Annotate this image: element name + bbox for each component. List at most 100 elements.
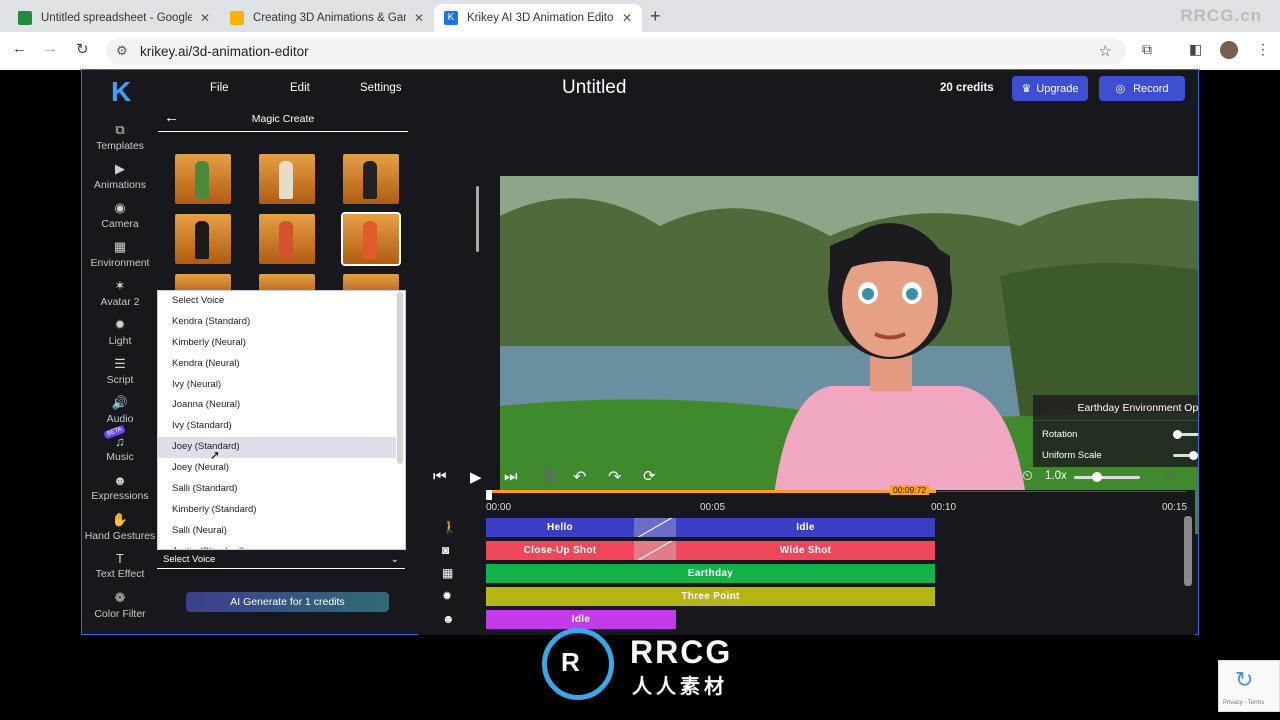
clip-three-point[interactable]: Three Point bbox=[486, 587, 935, 606]
loop-icon[interactable]: ⟳ bbox=[643, 467, 656, 485]
recaptcha-icon: ↻ bbox=[1235, 667, 1254, 692]
recaptcha-links[interactable]: Privacy - Terms bbox=[1223, 700, 1264, 706]
krikey-logo[interactable]: K bbox=[111, 76, 131, 108]
redo-icon[interactable]: ↷ bbox=[608, 467, 621, 487]
menu-file[interactable]: File bbox=[210, 82, 229, 94]
nav-text-effect[interactable]: T Text Effect bbox=[82, 551, 158, 580]
panel-title: Magic Create bbox=[251, 113, 315, 125]
menu-edit[interactable]: Edit bbox=[290, 82, 310, 94]
clip-hello[interactable]: Hello bbox=[486, 518, 634, 537]
play-icon[interactable]: ▶ bbox=[470, 468, 482, 486]
avatar-thumbnail[interactable] bbox=[175, 154, 231, 204]
skip-to-end-icon[interactable]: ⏭ bbox=[504, 468, 518, 485]
tab-spreadsheet[interactable]: Untitled spreadsheet - Google Sheets ✕ bbox=[8, 4, 220, 32]
avatar-figure bbox=[195, 161, 209, 199]
voice-option[interactable]: Kendra (Neural) bbox=[158, 354, 396, 375]
nav-expressions[interactable]: ☻ Expressions bbox=[82, 473, 158, 502]
scale-slider[interactable] bbox=[1173, 451, 1198, 460]
tab-creating-3d[interactable]: Creating 3D Animations & Games ✕ bbox=[220, 4, 434, 32]
voice-option[interactable]: Joey (Standard) bbox=[158, 437, 396, 459]
nav-script[interactable]: ☰ Script bbox=[82, 356, 158, 386]
panel-scrollbar[interactable] bbox=[476, 186, 479, 252]
close-tab-icon[interactable]: ✕ bbox=[414, 11, 424, 25]
voice-option[interactable]: Kendra (Standard) bbox=[158, 312, 396, 333]
clip-transition[interactable] bbox=[634, 518, 676, 537]
new-tab-plus-icon[interactable]: + bbox=[650, 6, 661, 27]
avatar-thumbnail[interactable] bbox=[259, 214, 315, 264]
avatar-thumbnail[interactable] bbox=[175, 214, 231, 264]
speed-slider[interactable] bbox=[1074, 472, 1140, 482]
menu-settings[interactable]: Settings bbox=[360, 82, 402, 94]
environment-icon: ▦ bbox=[113, 239, 127, 254]
clip-close-up-shot[interactable]: Close-Up Shot bbox=[486, 541, 634, 560]
voice-option[interactable]: Ivy (Standard) bbox=[158, 416, 396, 437]
bookmark-star-icon[interactable]: ☆ bbox=[1099, 42, 1112, 60]
avatar-icon: ✶ bbox=[114, 278, 126, 293]
ai-generate-button[interactable]: AI Generate for 1 credits bbox=[186, 592, 389, 612]
forward-arrow-icon[interactable]: → bbox=[43, 40, 58, 57]
nav-camera[interactable]: ◉ Camera bbox=[82, 200, 158, 230]
speed-slider-thumb[interactable] bbox=[1092, 472, 1102, 482]
nav-environment[interactable]: ▦ Environment bbox=[82, 239, 158, 269]
nav-label: Hand Gestures bbox=[84, 530, 156, 542]
animation-track-icon: 🚶 bbox=[442, 520, 457, 534]
voice-option[interactable]: Salli (Neural) bbox=[158, 521, 396, 542]
playhead[interactable] bbox=[486, 490, 492, 500]
voice-option[interactable]: Salli (Standard) bbox=[158, 479, 396, 500]
voice-option[interactable]: Kimberly (Neural) bbox=[158, 333, 396, 354]
voice-option[interactable]: Joey (Neural) bbox=[158, 458, 396, 479]
skip-to-start-icon[interactable]: ⏮ bbox=[433, 468, 447, 485]
rotation-slider-thumb[interactable] bbox=[1173, 430, 1182, 439]
nav-audio[interactable]: 🔊 Audio bbox=[82, 395, 158, 425]
reset-icon[interactable]: ↺ bbox=[1163, 468, 1175, 485]
site-settings-icon[interactable]: ⚙ bbox=[116, 43, 128, 59]
voice-option[interactable]: Select Voice bbox=[158, 291, 396, 312]
timeline-ruler[interactable]: 00:09:72 00:00 00:05 00:10 00:15 bbox=[486, 485, 1187, 514]
timeline-scrollbar[interactable] bbox=[1184, 516, 1192, 586]
scale-slider-thumb[interactable] bbox=[1189, 451, 1198, 460]
clip-transition[interactable] bbox=[634, 541, 676, 560]
voice-option[interactable]: Justin (Standard) bbox=[158, 542, 396, 549]
undo-icon[interactable]: ↶ bbox=[573, 467, 586, 487]
side-panel-icon[interactable]: ◧ bbox=[1189, 41, 1202, 58]
address-bar[interactable]: ⚙ krikey.ai/3d-animation-editor ☆ bbox=[106, 38, 1126, 65]
voice-option[interactable]: Joanna (Neural) bbox=[158, 395, 396, 416]
voice-option[interactable]: Ivy (Neural) bbox=[158, 375, 396, 396]
clip-idle[interactable]: Idle bbox=[676, 518, 935, 537]
close-tab-icon[interactable]: ✕ bbox=[622, 11, 632, 25]
voice-list-scrollbar[interactable] bbox=[397, 292, 403, 464]
rotation-slider[interactable] bbox=[1173, 430, 1198, 439]
nav-templates[interactable]: ⧉ Templates bbox=[82, 122, 158, 152]
mouse-cursor-icon: ➚ bbox=[210, 448, 221, 462]
nav-color-filter[interactable]: ❁ Color Filter bbox=[82, 590, 158, 620]
nav-music[interactable]: BETA ♫ Music bbox=[82, 424, 158, 463]
profile-avatar[interactable] bbox=[1220, 41, 1238, 59]
nav-hand-gestures[interactable]: ✋ Hand Gestures bbox=[82, 512, 158, 542]
nav-avatar[interactable]: ✶ Avatar 2 bbox=[82, 278, 158, 308]
close-tab-icon[interactable]: ✕ bbox=[200, 11, 210, 25]
recaptcha-badge[interactable]: ↻ Privacy - Terms bbox=[1218, 660, 1280, 712]
nav-light[interactable]: ✹ Light bbox=[82, 317, 158, 347]
back-arrow-icon[interactable]: ← bbox=[12, 40, 27, 57]
tab-krikey[interactable]: K Krikey AI 3D Animation Editor ✕ bbox=[434, 4, 642, 32]
expression-track-icon: ☻ bbox=[442, 612, 455, 626]
voice-select[interactable]: Select Voice ⌄ bbox=[157, 551, 405, 569]
remaining-track bbox=[936, 491, 1186, 492]
clip-wide-shot[interactable]: Wide Shot bbox=[676, 541, 935, 560]
tab-title: Untitled spreadsheet - Google Sheets bbox=[41, 12, 192, 24]
delete-icon[interactable]: 🗑 bbox=[541, 468, 559, 485]
menu-dots-icon[interactable]: ⋮ bbox=[1256, 41, 1270, 58]
project-title[interactable]: Untitled bbox=[562, 77, 626, 99]
nav-animations[interactable]: ▶ Animations bbox=[82, 161, 158, 191]
voice-option[interactable]: Kimberly (Standard) bbox=[158, 500, 396, 521]
avatar-thumbnail-selected[interactable] bbox=[341, 212, 401, 266]
avatar-figure bbox=[279, 221, 293, 259]
nav-label: Animations bbox=[94, 179, 146, 191]
upgrade-button[interactable]: ♛ Upgrade bbox=[1012, 76, 1088, 101]
extensions-icon[interactable]: ⧉ bbox=[1142, 41, 1152, 58]
record-button[interactable]: ◎ Record bbox=[1099, 76, 1185, 101]
avatar-thumbnail[interactable] bbox=[343, 154, 399, 204]
avatar-thumbnail[interactable] bbox=[259, 154, 315, 204]
reload-icon[interactable]: ↻ bbox=[76, 40, 89, 58]
clip-earthday[interactable]: Earthday bbox=[486, 564, 935, 583]
